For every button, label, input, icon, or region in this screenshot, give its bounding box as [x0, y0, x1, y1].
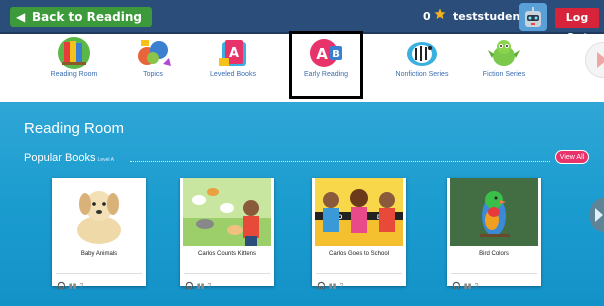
svg-text:A: A: [316, 45, 328, 63]
book-cover[interactable]: [450, 178, 538, 246]
back-arrow-icon: ◀: [16, 10, 26, 24]
nav-label: Nonfiction Series: [395, 71, 449, 78]
divider: [130, 161, 550, 162]
book-cover[interactable]: SCHO DIS: [315, 178, 403, 246]
book-title: Carlos Counts Kittens: [197, 251, 257, 257]
svg-text:A: A: [229, 46, 239, 61]
books-globe-icon: [58, 37, 90, 69]
top-bar: ◀ Back to Reading 0 teststudent Log Out: [0, 0, 604, 44]
back-to-reading-label: Back to Reading: [32, 10, 142, 24]
avatar-robot-icon: [519, 3, 547, 31]
svg-text:B: B: [332, 49, 340, 60]
quiz-question-icon[interactable]: ?: [474, 282, 478, 291]
nav-label: Reading Room: [50, 71, 98, 78]
stars-count: 0: [423, 10, 431, 23]
nav-early-reading[interactable]: A B Early Reading: [289, 31, 363, 99]
page-title: Reading Room: [24, 120, 125, 137]
nav-leveled-books[interactable]: A Leveled Books: [193, 34, 273, 100]
book-title: Carlos Goes to School: [328, 251, 390, 257]
book-card[interactable]: SCHO DIS Carlos Goes to School 🎧▮▮?: [312, 178, 406, 290]
popular-books-label: Popular Books: [24, 152, 96, 164]
nav-label: Fiction Series: [482, 71, 526, 78]
popular-books-level: Level A: [97, 157, 114, 163]
divider: [316, 273, 402, 274]
avatar[interactable]: [519, 3, 547, 31]
kittens-image: [183, 178, 271, 246]
book-title: Baby Animals: [80, 251, 118, 257]
topics-icon: [138, 40, 171, 66]
book-title: Bird Colors: [479, 251, 509, 257]
quiz-question-icon[interactable]: ?: [339, 282, 343, 291]
nav-label: Leveled Books: [210, 71, 256, 78]
nav-nonfiction-series[interactable]: Nonfiction Series: [382, 34, 462, 100]
chevron-right-icon: [595, 208, 603, 222]
book-actions: 🎧 ▮▮?: [317, 275, 346, 290]
book-card[interactable]: Carlos Counts Kittens 🎧 ▮▮?: [180, 178, 274, 290]
nav-reading-room[interactable]: Reading Room: [34, 34, 114, 100]
headphones-icon[interactable]: 🎧: [57, 282, 66, 291]
main-content: Reading Room Popular Books Level A View A…: [0, 102, 604, 306]
carousel-next-button[interactable]: [590, 198, 604, 232]
divider: [451, 273, 537, 274]
nav-fiction-series[interactable]: Fiction Series: [464, 34, 544, 100]
book-card[interactable]: Baby Animals 🎧 ▮▮?: [52, 178, 146, 290]
nav-next-arrow[interactable]: [585, 42, 604, 78]
headphones-icon[interactable]: 🎧: [317, 282, 326, 291]
username: teststudent: [453, 10, 526, 23]
book-icon[interactable]: ▮▮: [464, 282, 472, 291]
chevron-right-icon: [597, 52, 604, 68]
category-nav: Reading Room Topics A Leveled Books A B …: [0, 31, 604, 102]
divider: [56, 273, 142, 274]
abc-blocks-icon: A B: [310, 39, 342, 67]
popular-books-heading: Popular Books Level A: [24, 152, 114, 164]
book-cover[interactable]: [183, 178, 271, 246]
book-actions: 🎧 ▮▮?: [57, 275, 86, 290]
nav-label: Early Reading: [304, 71, 348, 78]
puppy-image: [55, 178, 143, 246]
nav-topics[interactable]: Topics: [113, 34, 193, 100]
book-actions: 🎧 ▮▮?: [452, 275, 481, 290]
nav-label: Topics: [143, 71, 163, 78]
school-image: SCHO DIS: [315, 178, 403, 246]
quiz-question-icon[interactable]: ?: [79, 282, 83, 291]
headphones-icon[interactable]: 🎧: [452, 282, 461, 291]
dragon-icon: [488, 40, 520, 66]
book-actions: 🎧 ▮▮?: [185, 275, 214, 290]
headphones-icon[interactable]: 🎧: [185, 282, 194, 291]
parrot-image: [450, 178, 538, 246]
log-out-button[interactable]: Log Out: [555, 8, 599, 44]
book-cover[interactable]: [55, 178, 143, 246]
divider: [184, 273, 270, 274]
star-icon: [434, 8, 446, 19]
back-to-reading-button[interactable]: ◀ Back to Reading: [10, 7, 152, 27]
book-icon[interactable]: ▮▮: [329, 282, 337, 291]
zebra-icon: [407, 42, 437, 66]
quiz-question-icon[interactable]: ?: [207, 282, 211, 291]
book-icon[interactable]: ▮▮: [197, 282, 205, 291]
leveled-books-icon: A: [219, 40, 246, 66]
view-all-button[interactable]: View All: [555, 150, 589, 164]
book-card[interactable]: Bird Colors 🎧 ▮▮?: [447, 178, 541, 290]
book-icon[interactable]: ▮▮: [69, 282, 77, 291]
